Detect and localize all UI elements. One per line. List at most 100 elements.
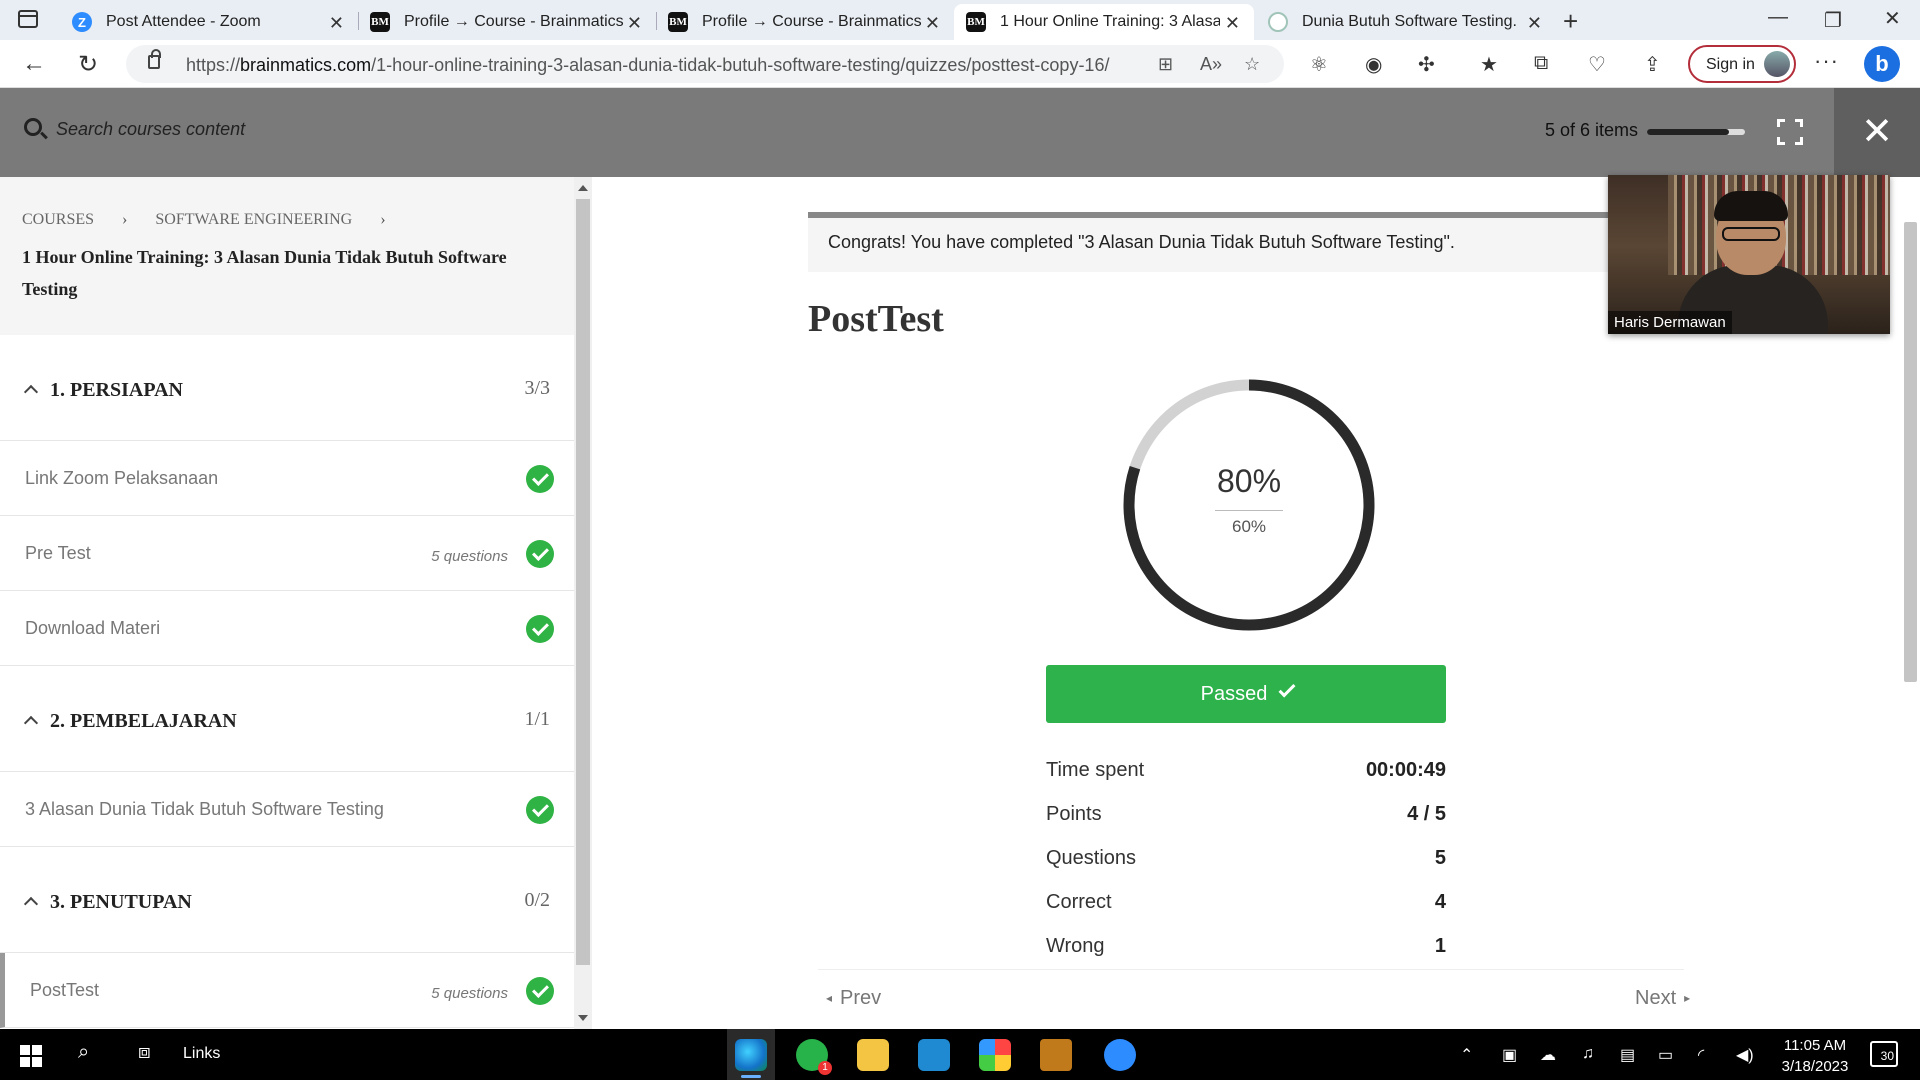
tab-close-icon[interactable]: ✕ bbox=[1225, 13, 1240, 34]
tab-title: Profile → Course - Brainmatics bbox=[702, 13, 922, 30]
collections-icon[interactable]: ⧉ bbox=[1534, 52, 1548, 75]
tab-profile-1[interactable]: BM Profile → Course - Brainmatics ✕ bbox=[358, 4, 656, 40]
close-window-icon[interactable]: ✕ bbox=[1884, 6, 1901, 31]
stat-label: Correct bbox=[1046, 891, 1112, 913]
volume-icon[interactable]: ◀) bbox=[1736, 1045, 1754, 1065]
scrollbar-thumb[interactable] bbox=[1904, 222, 1917, 682]
minimize-icon[interactable]: — bbox=[1768, 6, 1788, 29]
read-aloud-icon[interactable]: A» bbox=[1200, 54, 1222, 75]
lesson-item[interactable]: Download Materi bbox=[0, 591, 574, 666]
tab-title: Profile → Course - Brainmatics bbox=[404, 13, 624, 30]
battery-icon[interactable]: ▭ bbox=[1658, 1045, 1673, 1065]
lesson-item[interactable]: Link Zoom Pelaksanaan bbox=[0, 441, 574, 516]
sign-in-button[interactable]: Sign in bbox=[1688, 45, 1796, 83]
extension-react-icon[interactable]: ⚛ bbox=[1310, 52, 1328, 77]
scroll-down-icon[interactable] bbox=[578, 1015, 588, 1021]
mongodb-compass-icon[interactable] bbox=[1040, 1039, 1072, 1071]
tab-profile-2[interactable]: BM Profile → Course - Brainmatics ✕ bbox=[656, 4, 954, 40]
url-text[interactable]: https://brainmatics.com/1-hour-online-tr… bbox=[186, 55, 1109, 76]
breadcrumb-courses-link[interactable]: COURSES bbox=[22, 211, 94, 228]
extensions-icon[interactable]: ✣ bbox=[1418, 52, 1435, 77]
tab-actions-icon[interactable] bbox=[18, 10, 38, 28]
zoom-video-window[interactable]: Haris Dermawan bbox=[1608, 175, 1890, 334]
camera-icon[interactable]: ▣ bbox=[1502, 1045, 1517, 1065]
search-icon[interactable] bbox=[24, 118, 42, 136]
tab-close-icon[interactable]: ✕ bbox=[329, 13, 344, 34]
chevron-up-icon[interactable]: ⌃ bbox=[1460, 1045, 1473, 1065]
chrome-canary-icon[interactable] bbox=[979, 1039, 1011, 1071]
edge-icon[interactable] bbox=[735, 1039, 767, 1071]
links-toolbar[interactable]: Links bbox=[183, 1045, 220, 1063]
extension-color-icon[interactable]: ◉ bbox=[1365, 52, 1382, 77]
wifi-icon[interactable]: ◜ bbox=[1698, 1045, 1704, 1065]
scroll-up-icon[interactable] bbox=[578, 185, 588, 191]
tab-close-icon[interactable]: ✕ bbox=[627, 13, 642, 34]
share-icon[interactable]: ⇪ bbox=[1644, 52, 1661, 77]
tab-close-icon[interactable]: ✕ bbox=[925, 13, 940, 34]
next-button[interactable]: Next ▸ bbox=[1635, 987, 1698, 1010]
more-options-icon[interactable]: ··· bbox=[1814, 48, 1839, 74]
add-favorite-icon[interactable]: ☆ bbox=[1244, 54, 1260, 75]
restore-icon[interactable]: ❐ bbox=[1824, 8, 1842, 33]
tab-chatgpt[interactable]: Dunia Butuh Software Testing. ✕ bbox=[1256, 4, 1556, 40]
tab-title: Post Attendee - Zoom bbox=[106, 13, 261, 30]
file-explorer-icon[interactable] bbox=[857, 1039, 889, 1071]
fullscreen-icon[interactable] bbox=[1777, 119, 1803, 145]
url-field[interactable]: https://brainmatics.com/1-hour-online-tr… bbox=[126, 45, 1284, 83]
sidebar-scrollbar[interactable] bbox=[574, 177, 592, 1029]
search-courses-input[interactable] bbox=[56, 114, 556, 144]
notification-center-icon[interactable]: 30 bbox=[1870, 1041, 1898, 1067]
participant-name: Haris Dermawan bbox=[1608, 311, 1732, 334]
search-taskbar-icon[interactable]: ⌕ bbox=[78, 1041, 89, 1064]
new-tab-icon[interactable]: + bbox=[1563, 6, 1578, 37]
onedrive-icon[interactable]: ☁ bbox=[1540, 1045, 1556, 1065]
quiz-item[interactable]: Pre Test 5 questions bbox=[0, 516, 574, 591]
section-pembelajaran[interactable]: 2. PEMBELAJARAN 1/1 bbox=[0, 666, 574, 772]
microphone-icon[interactable]: ♫ bbox=[1582, 1045, 1594, 1063]
profile-avatar-icon bbox=[1764, 51, 1790, 77]
tab-close-icon[interactable]: ✕ bbox=[1527, 13, 1542, 34]
zoom-taskbar-icon[interactable] bbox=[1104, 1039, 1136, 1071]
completion-message: Congrats! You have completed "3 Alasan D… bbox=[808, 212, 1680, 272]
stat-row: Wrong 1 bbox=[1046, 935, 1446, 979]
close-course-icon[interactable]: ✕ bbox=[1834, 88, 1920, 177]
section-count: 3/3 bbox=[524, 377, 550, 399]
stat-row: Correct 4 bbox=[1046, 891, 1446, 935]
lock-icon bbox=[148, 49, 161, 69]
course-header: 5 of 6 items ✕ bbox=[0, 88, 1920, 177]
next-label: Next bbox=[1635, 987, 1677, 1009]
screen-share-icon[interactable]: ▤ bbox=[1620, 1045, 1635, 1065]
windows-start-icon[interactable] bbox=[20, 1045, 42, 1067]
score-divider bbox=[1215, 510, 1283, 511]
favorites-icon[interactable]: ★ bbox=[1480, 52, 1498, 77]
taskbar-clock[interactable]: 11:05 AM 3/18/2023 bbox=[1770, 1035, 1860, 1077]
stat-label: Questions bbox=[1046, 847, 1137, 869]
section-persiapan[interactable]: 1. PERSIAPAN 3/3 bbox=[0, 335, 574, 441]
quiz-item-current[interactable]: PostTest 5 questions bbox=[0, 953, 574, 1028]
bing-icon[interactable]: b bbox=[1864, 46, 1900, 82]
passing-percent: 60% bbox=[1231, 517, 1267, 536]
stat-value: 00:00:49 bbox=[1365, 759, 1446, 781]
breadcrumb-category-link[interactable]: SOFTWARE ENGINEERING bbox=[155, 211, 352, 228]
refresh-icon[interactable]: ↻ bbox=[78, 50, 98, 79]
chevron-up-icon bbox=[23, 384, 39, 400]
tab-course-active[interactable]: BM 1 Hour Online Training: 3 Alasan ✕ bbox=[954, 4, 1254, 40]
stat-label: Wrong bbox=[1046, 935, 1105, 957]
main-scrollbar[interactable] bbox=[1901, 177, 1920, 1029]
stat-value: 4 bbox=[1434, 891, 1446, 913]
back-icon[interactable]: ← bbox=[22, 50, 46, 78]
lesson-item[interactable]: 3 Alasan Dunia Tidak Butuh Software Test… bbox=[0, 772, 574, 847]
passed-badge: Passed bbox=[1046, 665, 1446, 723]
vscode-icon[interactable] bbox=[918, 1039, 950, 1071]
section-penutupan[interactable]: 3. PENUTUPAN 0/2 bbox=[0, 847, 574, 953]
prev-button[interactable]: ◂ Prev bbox=[818, 987, 881, 1010]
tab-zoom[interactable]: Z Post Attendee - Zoom ✕ bbox=[60, 4, 358, 40]
task-view-icon[interactable]: ⧈ bbox=[138, 1041, 151, 1064]
course-title: 1 Hour Online Training: 3 Alasan Dunia T… bbox=[22, 247, 507, 299]
caret-left-icon: ◂ bbox=[826, 991, 833, 1005]
apps-icon[interactable]: ⊞ bbox=[1158, 54, 1173, 75]
scrollbar-thumb[interactable] bbox=[576, 199, 590, 965]
whatsapp-icon[interactable]: 1 bbox=[796, 1039, 832, 1075]
lesson-label: Link Zoom Pelaksanaan bbox=[25, 468, 219, 488]
performance-icon[interactable]: ♡ bbox=[1588, 52, 1606, 77]
